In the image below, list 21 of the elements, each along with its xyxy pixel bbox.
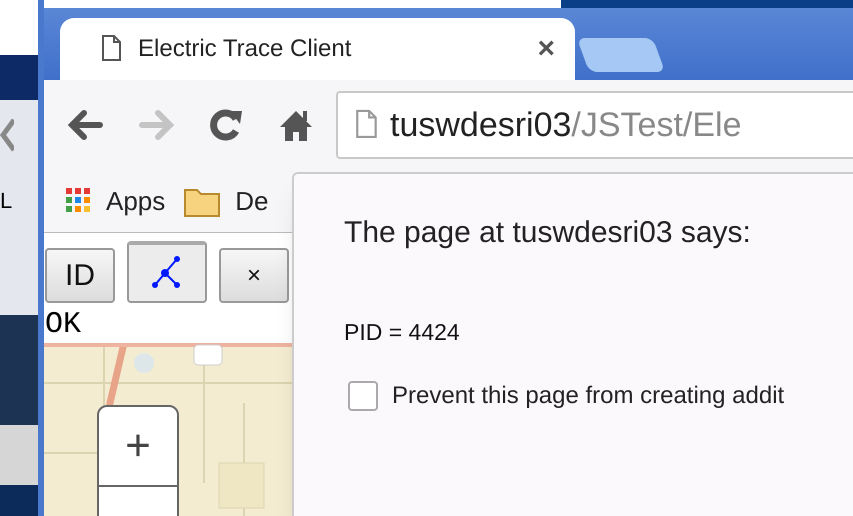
apps-grid-icon bbox=[66, 188, 92, 214]
page-icon bbox=[100, 35, 124, 63]
url-text: tuswdesri03/JSTest/Ele bbox=[390, 104, 742, 146]
tab-title: Electric Trace Client bbox=[138, 34, 352, 64]
dialog-message: PID = 4424 bbox=[344, 318, 461, 347]
zoom-in-button[interactable]: + bbox=[99, 407, 177, 487]
browser-tab[interactable]: Electric Trace Client × bbox=[60, 18, 575, 80]
checkbox[interactable] bbox=[348, 380, 378, 410]
bookmark-link[interactable]: De bbox=[235, 182, 269, 220]
checkbox-label: Prevent this page from creating addit bbox=[392, 380, 784, 410]
tab-close-button[interactable]: × bbox=[537, 34, 555, 64]
bookmark-link[interactable]: Apps bbox=[106, 182, 166, 220]
status-text: OK bbox=[44, 307, 82, 343]
trace-tool-button[interactable] bbox=[127, 241, 207, 303]
new-tab-button[interactable] bbox=[576, 38, 666, 72]
page-icon bbox=[354, 109, 380, 141]
tool-button[interactable]: × bbox=[219, 248, 289, 303]
address-bar[interactable]: tuswdesri03/JSTest/Ele bbox=[336, 91, 853, 159]
text-fragment: L bbox=[0, 190, 12, 212]
dialog-title: The page at tuswdesri03 says: bbox=[344, 215, 752, 251]
tool-button[interactable]: ID bbox=[45, 248, 115, 303]
